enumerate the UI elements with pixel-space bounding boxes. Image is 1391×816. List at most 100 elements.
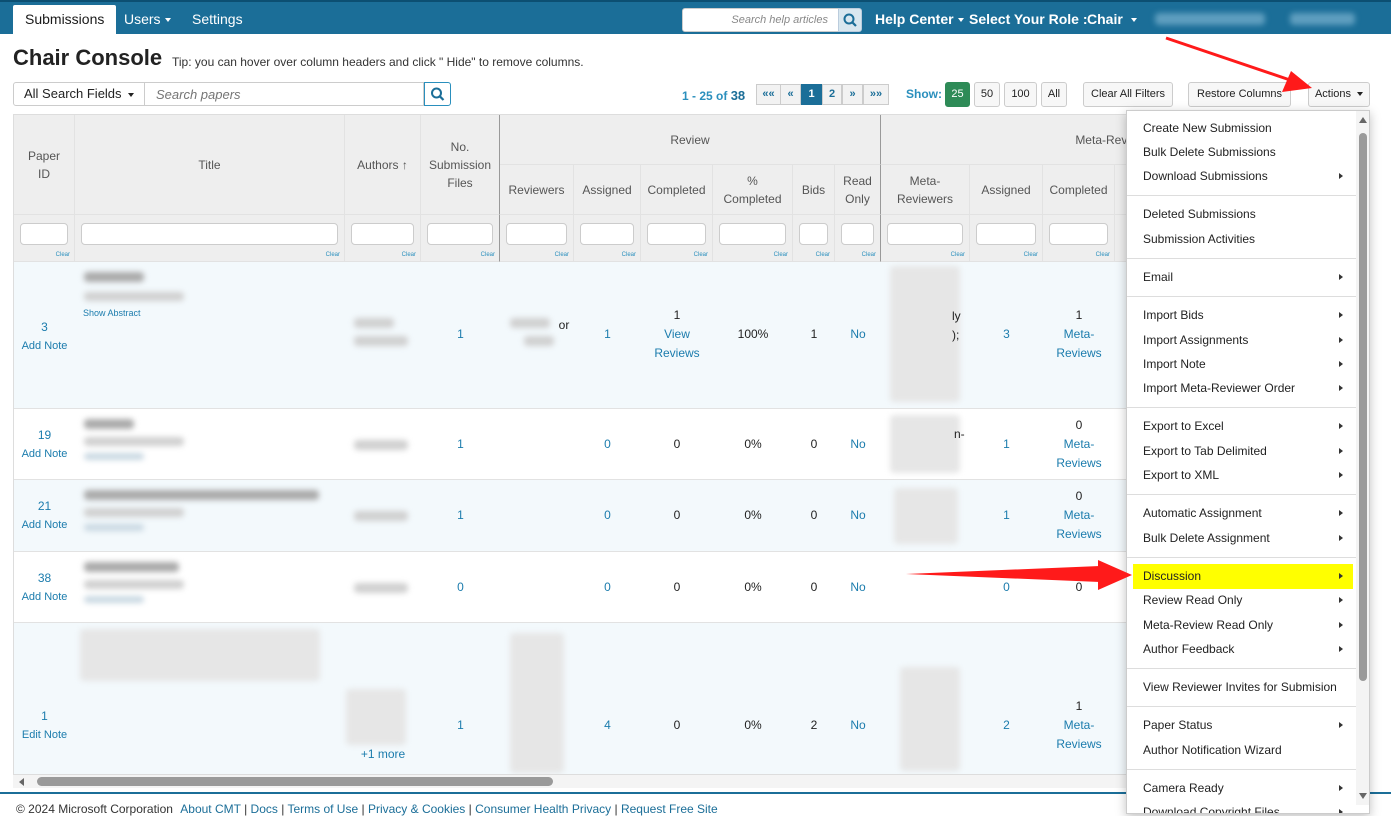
read-only-toggle[interactable]: No xyxy=(835,435,881,454)
assigned-count-link[interactable]: 4 xyxy=(574,716,641,735)
col-header-bids[interactable]: Bids xyxy=(793,165,835,215)
meta-assigned-link[interactable]: 0 xyxy=(970,578,1043,597)
meta-reviews-link[interactable]: Meta-Reviews xyxy=(1054,435,1104,473)
menu-item-review-read-only[interactable]: Review Read Only xyxy=(1133,589,1353,611)
filter-clear-link[interactable]: Clear xyxy=(481,252,495,258)
filter-input[interactable] xyxy=(887,223,963,245)
menu-item-author-notification-wizard[interactable]: Author Notification Wizard xyxy=(1133,739,1353,761)
user-name-redacted[interactable] xyxy=(1155,13,1265,25)
show-abstract-link[interactable]: Show Abstract xyxy=(83,307,141,319)
paper-id-link[interactable]: 1 xyxy=(14,707,75,726)
search-papers-button[interactable] xyxy=(424,82,451,106)
scroll-left-icon[interactable] xyxy=(19,778,25,786)
filter-read-only[interactable]: Clear xyxy=(835,215,881,262)
filter-completed[interactable]: Clear xyxy=(641,215,713,262)
filter-assigned[interactable]: Clear xyxy=(574,215,641,262)
add-note-link[interactable]: Add Note xyxy=(14,588,75,607)
read-only-toggle[interactable]: No xyxy=(835,325,881,344)
help-search-input[interactable]: Search help articles xyxy=(682,8,839,32)
files-count-link[interactable]: 1 xyxy=(421,716,500,735)
menu-item-export-excel[interactable]: Export to Excel xyxy=(1133,415,1353,437)
paper-id-link[interactable]: 3 xyxy=(14,318,75,337)
pager-page-2[interactable]: 2 xyxy=(822,84,842,105)
filter-meta-reviewers[interactable]: Clear xyxy=(881,215,970,262)
filter-clear-link[interactable]: Clear xyxy=(694,252,708,258)
col-header-paper-id[interactable]: Paper ID xyxy=(14,115,75,215)
filter-clear-link[interactable]: Clear xyxy=(326,252,340,258)
col-header-meta-completed[interactable]: Completed xyxy=(1043,165,1115,215)
show-abstract-redacted[interactable] xyxy=(84,596,144,603)
col-header-title[interactable]: Title xyxy=(75,115,345,215)
horizontal-scrollbar-thumb[interactable] xyxy=(37,777,553,786)
help-search-button[interactable] xyxy=(838,8,862,32)
filter-clear-link[interactable]: Clear xyxy=(56,252,70,258)
assigned-count-link[interactable]: 1 xyxy=(574,325,641,344)
filter-input[interactable] xyxy=(20,223,68,245)
files-count-link[interactable]: 0 xyxy=(421,578,500,597)
paper-id-link[interactable]: 19 xyxy=(14,426,75,445)
filter-input[interactable] xyxy=(799,223,828,245)
filter-input[interactable] xyxy=(841,223,874,245)
filter-input[interactable] xyxy=(719,223,786,245)
tab-users[interactable]: Users xyxy=(124,4,171,34)
menu-item-camera-ready[interactable]: Camera Ready xyxy=(1133,777,1353,799)
filter-meta-completed[interactable]: Clear xyxy=(1043,215,1115,262)
menu-item-import-note[interactable]: Import Note xyxy=(1133,353,1353,375)
menu-item-import-bids[interactable]: Import Bids xyxy=(1133,304,1353,326)
col-header-pct-completed[interactable]: % Completed xyxy=(713,165,793,215)
filter-files[interactable]: Clear xyxy=(421,215,500,262)
col-header-meta-assigned[interactable]: Assigned xyxy=(970,165,1043,215)
horizontal-scrollbar[interactable] xyxy=(13,774,1130,788)
meta-reviews-link[interactable]: Meta-Reviews xyxy=(1054,325,1104,363)
filter-pct-completed[interactable]: Clear xyxy=(713,215,793,262)
clear-all-filters-button[interactable]: Clear All Filters xyxy=(1083,82,1173,107)
filter-clear-link[interactable]: Clear xyxy=(774,252,788,258)
pager-prev[interactable]: « xyxy=(780,84,801,105)
menu-item-author-feedback[interactable]: Author Feedback xyxy=(1133,638,1353,660)
menu-item-bulk-delete-assignment[interactable]: Bulk Delete Assignment xyxy=(1133,527,1353,549)
assigned-count-link[interactable]: 0 xyxy=(574,506,641,525)
assigned-count-link[interactable]: 0 xyxy=(574,578,641,597)
scroll-up-icon[interactable] xyxy=(1359,117,1367,123)
show-all-button[interactable]: All xyxy=(1041,82,1067,107)
menu-item-deleted-submissions[interactable]: Deleted Submissions xyxy=(1133,203,1353,225)
menu-scrollbar-thumb[interactable] xyxy=(1359,133,1367,681)
read-only-toggle[interactable]: No xyxy=(835,716,881,735)
scroll-down-icon[interactable] xyxy=(1359,793,1367,799)
filter-input[interactable] xyxy=(647,223,706,245)
col-header-completed[interactable]: Completed xyxy=(641,165,713,215)
menu-item-download-submissions[interactable]: Download Submissions xyxy=(1133,165,1353,187)
col-header-reviewers[interactable]: Reviewers xyxy=(500,165,574,215)
menu-item-submission-activities[interactable]: Submission Activities xyxy=(1133,228,1353,250)
filter-title[interactable]: Clear xyxy=(75,215,345,262)
menu-item-export-xml[interactable]: Export to XML xyxy=(1133,464,1353,486)
filter-input[interactable] xyxy=(81,223,338,245)
menu-item-import-meta-reviewer-order[interactable]: Import Meta-Reviewer Order xyxy=(1133,377,1353,399)
menu-item-download-copyright-files[interactable]: Download Copyright Files xyxy=(1133,801,1353,813)
filter-clear-link[interactable]: Clear xyxy=(862,252,876,258)
menu-item-view-reviewer-invites[interactable]: View Reviewer Invites for Submision xyxy=(1133,676,1353,698)
col-header-read-only[interactable]: Read Only xyxy=(835,165,881,215)
filter-clear-link[interactable]: Clear xyxy=(1024,252,1038,258)
pager-first[interactable]: «« xyxy=(756,84,781,105)
files-count-link[interactable]: 1 xyxy=(421,506,500,525)
more-authors-link[interactable]: +1 more xyxy=(345,745,421,764)
filter-reviewers[interactable]: Clear xyxy=(500,215,574,262)
show-25-button[interactable]: 25 xyxy=(945,82,970,107)
read-only-toggle[interactable]: No xyxy=(835,506,881,525)
filter-input[interactable] xyxy=(427,223,493,245)
filter-paper-id[interactable]: Clear xyxy=(14,215,75,262)
pager-next[interactable]: » xyxy=(842,84,863,105)
paper-id-link[interactable]: 38 xyxy=(14,569,75,588)
col-header-submission-files[interactable]: No. Submission Files xyxy=(421,115,500,215)
col-header-meta-reviewers[interactable]: Meta-Reviewers xyxy=(881,165,970,215)
pager-last[interactable]: »» xyxy=(863,84,889,105)
files-count-link[interactable]: 1 xyxy=(421,325,500,344)
menu-item-create-submission[interactable]: Create New Submission xyxy=(1133,117,1353,139)
meta-reviews-link[interactable]: Meta-Reviews xyxy=(1054,716,1104,754)
meta-assigned-link[interactable]: 1 xyxy=(970,435,1043,454)
tab-settings[interactable]: Settings xyxy=(192,4,243,34)
menu-item-export-tab-delimited[interactable]: Export to Tab Delimited xyxy=(1133,440,1353,462)
menu-item-bulk-delete-submissions[interactable]: Bulk Delete Submissions xyxy=(1133,141,1353,163)
filter-authors[interactable]: Clear xyxy=(345,215,421,262)
